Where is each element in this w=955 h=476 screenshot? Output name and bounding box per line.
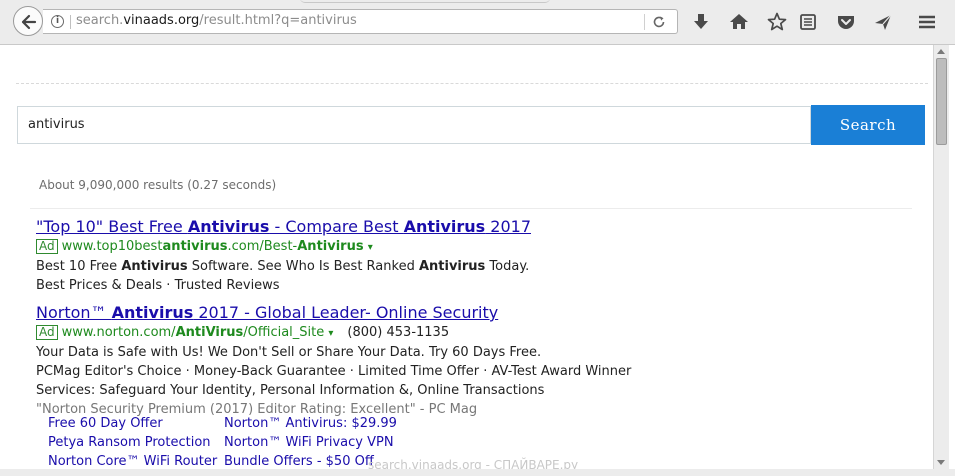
send-tab-icon[interactable] bbox=[873, 12, 893, 32]
url-bar[interactable]: i search.vinaads.org/result.html?q=antiv… bbox=[43, 9, 678, 34]
results-divider bbox=[30, 208, 912, 209]
url-text: www.norton.com/ bbox=[61, 325, 176, 340]
pocket-icon[interactable] bbox=[836, 12, 856, 32]
search-button[interactable]: Search bbox=[811, 105, 925, 145]
browser-toolbar: i search.vinaads.org/result.html?q=antiv… bbox=[0, 0, 955, 45]
ad-phone[interactable]: (800) 453-1135 bbox=[347, 325, 449, 340]
url-domain: vinaads.org bbox=[123, 13, 200, 28]
title-text: "Top 10" Best Free bbox=[36, 217, 188, 236]
title-keyword: Antivirus bbox=[403, 217, 486, 236]
scroll-up-arrow-icon[interactable] bbox=[937, 49, 945, 54]
desc-keyword: Antivirus bbox=[121, 259, 188, 274]
title-keyword: Antivirus bbox=[187, 217, 270, 236]
sitelink[interactable]: Norton Core™ WiFi Router bbox=[48, 454, 217, 469]
search-input[interactable] bbox=[28, 117, 798, 132]
back-button[interactable] bbox=[13, 6, 43, 36]
ad-description-line: PCMag Editor's Choice · Money-Back Guara… bbox=[36, 364, 632, 379]
reading-list-icon[interactable] bbox=[799, 12, 817, 32]
reload-icon[interactable] bbox=[652, 15, 666, 29]
ad-callouts: Best Prices & Deals · Trusted Reviews bbox=[36, 278, 280, 293]
desc-text: Today. bbox=[485, 259, 530, 274]
desc-keyword: Antivirus bbox=[418, 259, 486, 274]
ad-display-url[interactable]: www.top10bestantivirus.com/Best-Antiviru… bbox=[62, 239, 364, 254]
ad-description-line: Your Data is Safe with Us! We Don't Sell… bbox=[36, 345, 542, 360]
url-path: /result.html?q=antivirus bbox=[199, 13, 357, 28]
sitelink[interactable]: Petya Ransom Protection bbox=[48, 435, 211, 450]
ad-result-top10: "Top 10" Best Free Antivirus - Compare B… bbox=[36, 217, 656, 295]
ad-description: Best 10 Free Antivirus Software. See Who… bbox=[36, 257, 656, 276]
ad-url-line: Ad www.norton.com/AntiVirus/Official_Site… bbox=[36, 324, 656, 343]
ad-description-line: Services: Safeguard Your Identity, Perso… bbox=[36, 383, 545, 398]
bottom-edge bbox=[0, 469, 955, 476]
sitelink[interactable]: Bundle Offers - $50 Off bbox=[224, 454, 374, 469]
ad-title-link[interactable]: Norton™ Antivirus 2017 - Global Leader- … bbox=[36, 303, 656, 323]
ad-result-norton: Norton™ Antivirus 2017 - Global Leader- … bbox=[36, 303, 656, 419]
tab-edge bbox=[300, 0, 550, 3]
url-text: www.top10best bbox=[61, 239, 163, 254]
ad-display-url[interactable]: www.norton.com/AntiVirus/Official_Site bbox=[62, 325, 325, 340]
title-text: 2017 bbox=[485, 217, 531, 236]
sitelink[interactable]: Free 60 Day Offer bbox=[48, 416, 163, 431]
scroll-thumb[interactable] bbox=[936, 58, 947, 145]
desc-text: Software. See Who Is Best Ranked bbox=[187, 259, 419, 274]
ad-badge: Ad bbox=[36, 239, 58, 254]
url-text: /Official_Site bbox=[243, 325, 325, 340]
ad-dropdown-caret-icon[interactable]: ▾ bbox=[368, 242, 373, 253]
desc-text: Best 10 Free bbox=[36, 259, 122, 274]
search-box[interactable] bbox=[17, 106, 811, 144]
url-keyword: Antivirus bbox=[297, 239, 364, 254]
ad-url-line: Ad www.top10bestantivirus.com/Best-Antivi… bbox=[36, 238, 656, 257]
url-text: .com/Best- bbox=[227, 239, 298, 254]
result-stats: About 9,090,000 results (0.27 seconds) bbox=[39, 178, 277, 192]
info-icon[interactable]: i bbox=[51, 15, 64, 28]
back-arrow-icon bbox=[21, 14, 37, 30]
ad-dropdown-caret-icon[interactable]: ▾ bbox=[328, 328, 333, 339]
title-text: - Compare Best bbox=[269, 217, 404, 236]
title-text: Norton™ bbox=[36, 303, 112, 322]
title-text: 2017 - Global Leader- Online Security bbox=[193, 303, 499, 322]
ad-title-link[interactable]: "Top 10" Best Free Antivirus - Compare B… bbox=[36, 217, 656, 237]
url-keyword: AntiVirus bbox=[175, 325, 244, 340]
vertical-scrollbar[interactable] bbox=[933, 45, 949, 469]
sitelink[interactable]: Norton™ Antivirus: $29.99 bbox=[224, 416, 397, 431]
header-divider bbox=[16, 83, 928, 84]
url-divider bbox=[644, 14, 645, 30]
home-icon[interactable] bbox=[729, 12, 749, 32]
sitelink[interactable]: Norton™ WiFi Privacy VPN bbox=[224, 435, 394, 450]
url-prefix: search. bbox=[76, 13, 124, 28]
url-keyword: antivirus bbox=[162, 239, 228, 254]
scroll-down-arrow-icon[interactable] bbox=[937, 460, 945, 465]
star-icon[interactable] bbox=[767, 12, 787, 32]
title-keyword: Antivirus bbox=[111, 303, 194, 322]
ad-badge: Ad bbox=[36, 325, 58, 340]
url-text[interactable]: search.vinaads.org/result.html?q=antivir… bbox=[76, 13, 357, 28]
download-icon[interactable] bbox=[692, 12, 710, 32]
hamburger-menu-icon[interactable] bbox=[917, 12, 937, 32]
url-separator bbox=[70, 15, 71, 29]
